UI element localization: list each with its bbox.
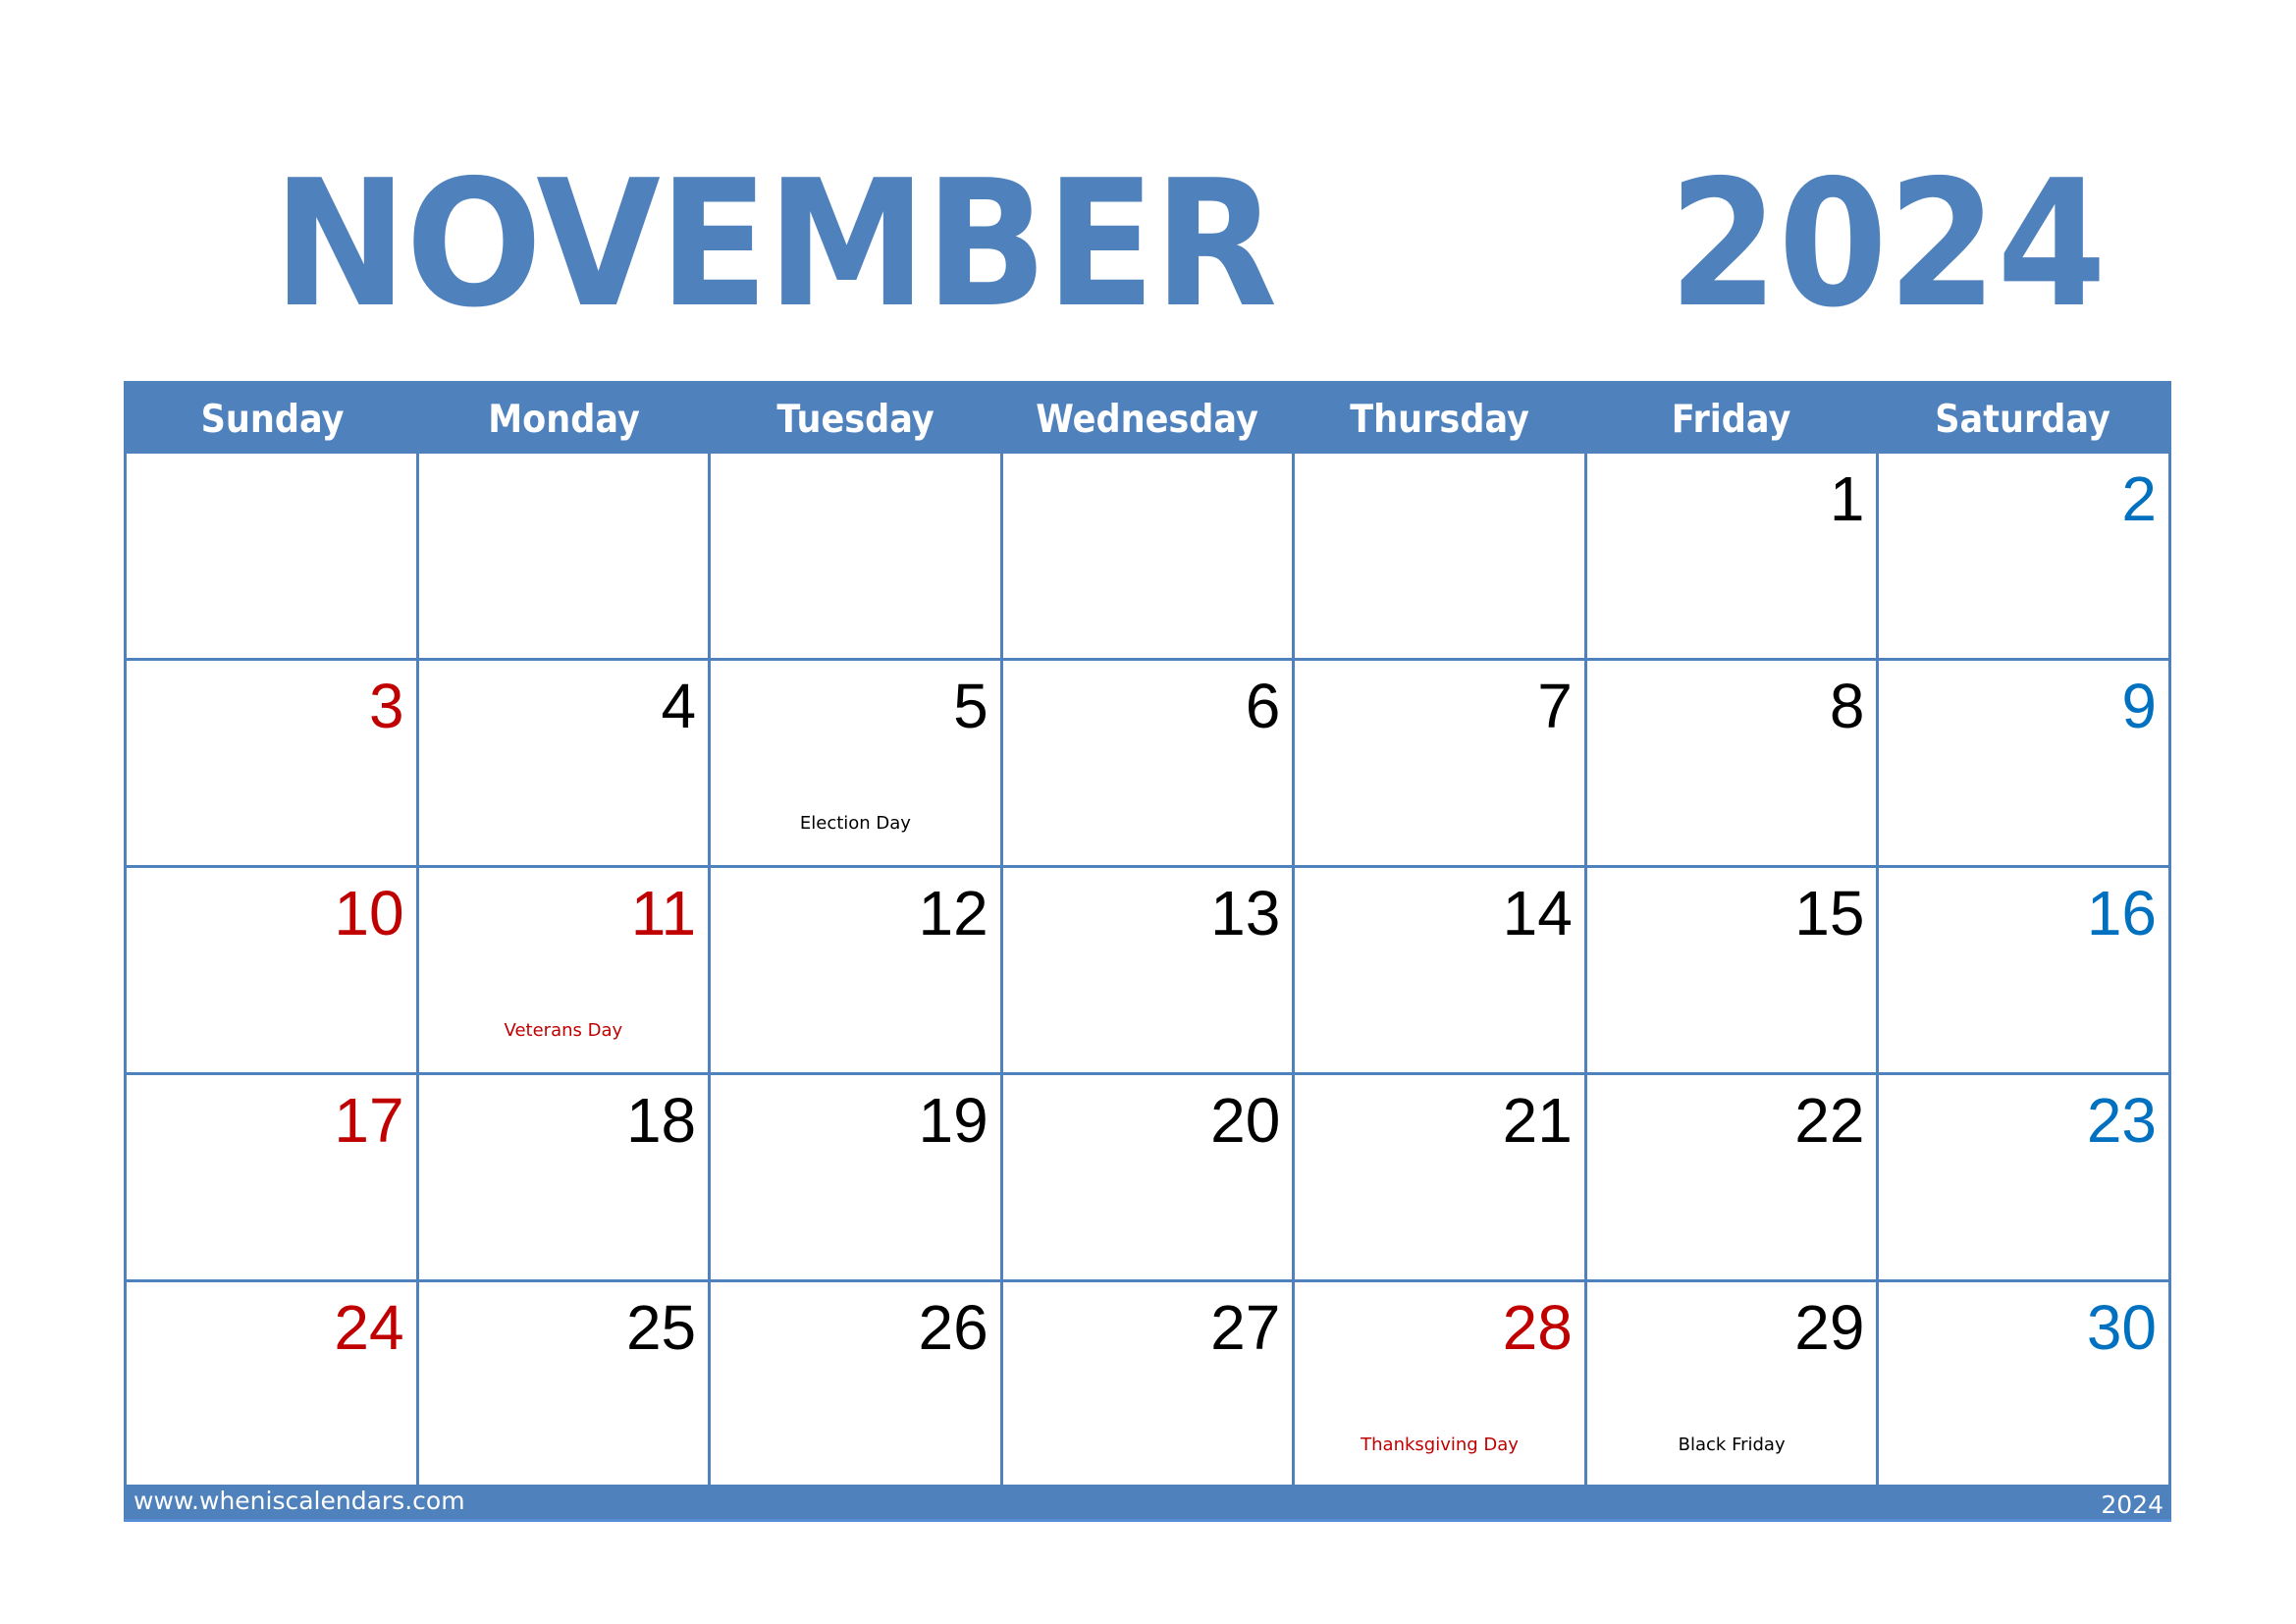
day-number: 22 [1794,1085,1865,1156]
day-cell: 7 [1295,661,1587,868]
day-number: 14 [1502,878,1573,948]
day-number: 30 [2086,1292,2157,1363]
day-cell: 19 [711,1075,1003,1282]
day-cell: 8 [1586,661,1880,868]
day-cell: 17 [127,1075,419,1282]
weekday-friday: Friday [1671,398,1791,442]
day-cell: 22 [1586,1075,1880,1282]
day-cell: 12 [711,868,1003,1075]
day-number: 15 [1794,878,1865,948]
day-number: 18 [625,1085,697,1156]
day-number: 25 [625,1292,697,1363]
day-cell: 2 [1879,454,2171,661]
day-number: 12 [918,878,988,948]
day-cell: 21 [1295,1075,1587,1282]
day-cell: 3 [127,661,419,868]
website-link[interactable]: www.wheniscalendars.com [133,1487,465,1515]
day-cell: 24 [127,1282,419,1489]
day-number: 13 [1210,878,1281,948]
day-cell: 5 Election Day [711,661,1003,868]
weekday-tuesday: Tuesday [776,398,935,442]
day-cell: 16 [1879,868,2171,1075]
calendar-grid: Sunday Monday Tuesday Wednesday Thursday… [124,381,2171,1489]
day-number: 17 [334,1085,404,1156]
day-number: 7 [1537,671,1573,741]
day-number: 3 [368,671,404,741]
month-title: NOVEMBER [273,142,1277,346]
day-number: 16 [2086,878,2157,948]
weekday-sunday: Sunday [200,398,345,442]
day-number: 21 [1502,1085,1573,1156]
empty-day-cell [1295,454,1587,661]
holiday-label: Veterans Day [504,1020,623,1041]
day-number: 4 [661,671,697,741]
weekday-thursday: Thursday [1349,398,1529,442]
year-title: 2024 [1669,142,2107,346]
weekday-saturday: Saturday [1935,398,2110,442]
day-number: 24 [334,1292,404,1363]
days-grid: 1 2 3 4 5 Election Day 6 7 8 9 10 11 Veterans Day 12 1… [124,454,2171,1489]
day-number: 2 [2121,463,2157,534]
day-number: 11 [630,878,697,948]
day-number: 10 [334,878,404,948]
day-number: 1 [1829,463,1865,534]
footer-year: 2024 [2101,1490,2163,1519]
day-cell: 25 [418,1282,712,1489]
weekday-monday: Monday [488,398,641,442]
day-cell: 9 [1879,661,2171,868]
day-number: 9 [2121,671,2157,741]
day-number: 8 [1829,671,1865,741]
empty-day-cell [1002,454,1296,661]
holiday-label: Thanksgiving Day [1361,1435,1519,1455]
day-cell: 28 Thanksgiving Day [1295,1282,1587,1489]
day-number: 27 [1210,1292,1281,1363]
day-number: 23 [2086,1085,2157,1156]
weekday-header: Sunday Monday Tuesday Wednesday Thursday… [124,381,2171,454]
day-cell: 10 [127,868,419,1075]
holiday-label: Election Day [799,813,911,834]
day-number: 6 [1245,671,1281,741]
empty-day-cell [711,454,1003,661]
day-cell: 29 Black Friday [1586,1282,1880,1489]
day-cell: 18 [418,1075,712,1282]
day-number: 19 [918,1085,988,1156]
day-cell: 13 [1002,868,1296,1075]
day-cell: 27 [1002,1282,1296,1489]
day-cell: 30 [1879,1282,2171,1489]
empty-day-cell [418,454,712,661]
day-cell: 6 [1002,661,1296,868]
footer-bar: www.wheniscalendars.com 2024 [124,1485,2171,1522]
day-cell: 15 [1586,868,1880,1075]
holiday-label: Black Friday [1678,1435,1786,1455]
day-number: 20 [1210,1085,1281,1156]
day-cell: 20 [1002,1075,1296,1282]
day-number: 28 [1502,1292,1573,1363]
day-cell: 23 [1879,1075,2171,1282]
day-number: 29 [1794,1292,1865,1363]
day-cell: 4 [418,661,712,868]
empty-day-cell [127,454,419,661]
day-cell: 14 [1295,868,1587,1075]
day-number: 26 [918,1292,988,1363]
day-number: 5 [953,671,988,741]
day-cell: 26 [711,1282,1003,1489]
weekday-wednesday: Wednesday [1036,398,1259,442]
day-cell: 11 Veterans Day [418,868,712,1075]
day-cell: 1 [1586,454,1880,661]
